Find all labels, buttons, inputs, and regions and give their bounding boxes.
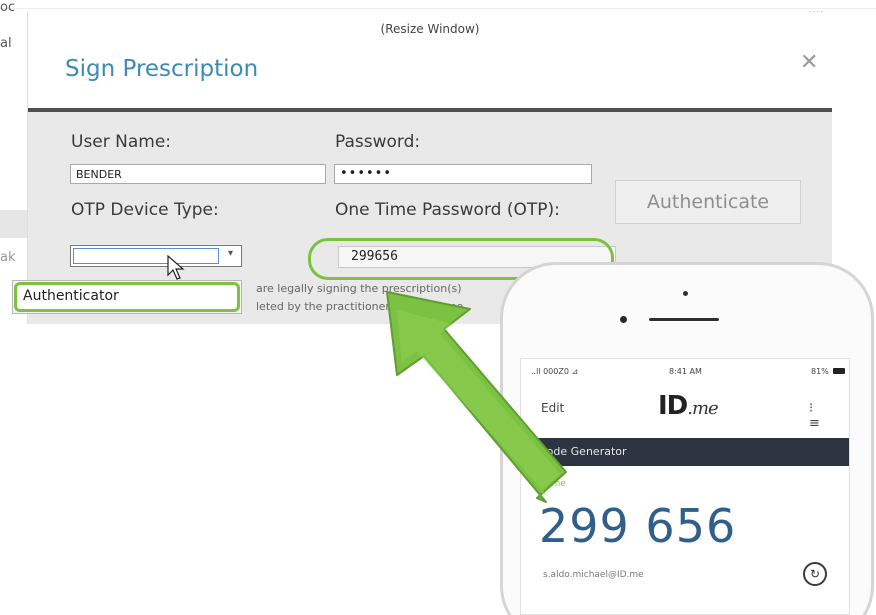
status-battery-percent: 81% (811, 367, 829, 376)
idme-logo: ID.me (658, 391, 719, 421)
background-text-fragment: oc (0, 0, 16, 15)
generated-otp-code: 299 656 (539, 499, 737, 553)
otp-device-type-label: OTP Device Type: (71, 200, 219, 220)
otp-device-type-select-value (73, 248, 219, 264)
status-time: 8:41 AM (669, 367, 702, 376)
password-field[interactable]: •••••• (334, 164, 592, 184)
idme-logo-main: ID (658, 391, 688, 421)
background-text-fragment: al (0, 36, 12, 51)
phone-sensor-icon (683, 291, 688, 296)
authenticate-button[interactable]: Authenticate (615, 180, 801, 224)
dialog-title: Sign Prescription (65, 56, 259, 82)
edit-button[interactable]: Edit (541, 401, 564, 415)
idme-app-screen: ..ll 000Z0 ⊿ 8:41 AM 81% Edit ID.me ⁝ ≡ … (520, 358, 850, 615)
legal-notice-line: leted by the practitioner whose name (256, 300, 464, 313)
code-generator-heading: Code Generator (539, 445, 627, 458)
close-icon[interactable]: ✕ (800, 50, 818, 75)
password-label: Password: (335, 132, 421, 152)
user-name-label: User Name: (71, 132, 172, 152)
otp-label: One Time Password (OTP): (335, 200, 560, 220)
mouse-cursor-icon (167, 255, 185, 280)
chevron-down-icon[interactable]: ▾ (228, 248, 233, 259)
background-window-edge (0, 8, 876, 9)
account-email: s.aldo.michael@ID.me (543, 570, 644, 580)
battery-icon (833, 368, 845, 374)
background-text-fragment: ak (0, 250, 16, 265)
user-name-field[interactable]: BENDER (70, 164, 326, 184)
phone-speaker-icon (649, 318, 719, 321)
refresh-icon[interactable]: ↻ (803, 562, 827, 586)
resize-window-link[interactable]: (Resize Window) (28, 22, 832, 36)
legal-notice-line: are legally signing the prescription(s) (256, 282, 462, 295)
dropdown-option-authenticator[interactable]: Authenticator (14, 282, 240, 312)
phone-camera-icon (620, 316, 627, 323)
idme-logo-sub: .me (687, 398, 718, 419)
code-account-label: ID.me (539, 479, 566, 489)
status-signal: ..ll 000Z0 ⊿ (531, 367, 579, 376)
menu-icon[interactable]: ⁝ ≡ (809, 401, 849, 431)
otp-device-type-select[interactable]: ▾ (70, 245, 242, 267)
